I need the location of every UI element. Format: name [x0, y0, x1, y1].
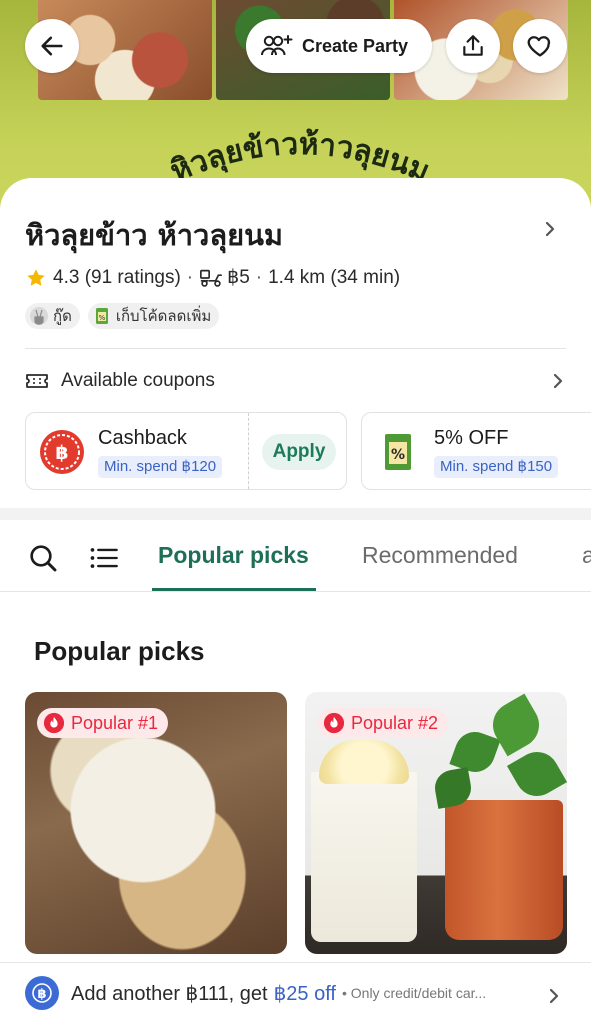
restaurant-info-card: หิวลุยข้าว ห้าวลุยนม 4.3 (91 ratings) · …	[0, 178, 591, 508]
tag-good: กู๊ด	[25, 303, 80, 329]
coupon-min-spend: Min. spend ฿120	[98, 456, 223, 478]
section-title: Popular picks	[34, 636, 205, 666]
promo-discount: ฿25 off	[273, 982, 336, 1005]
tag-label: กู๊ด	[53, 307, 72, 325]
ticket-icon	[26, 374, 48, 388]
active-tab-indicator	[152, 588, 316, 591]
available-coupons-label: Available coupons	[61, 370, 215, 391]
chevron-right-icon	[549, 988, 559, 1004]
plant-pot-photo	[445, 800, 563, 940]
drink-topping	[319, 740, 409, 784]
badge-label: Popular #1	[71, 712, 159, 733]
drink-photo	[311, 772, 417, 942]
star-icon	[27, 268, 45, 286]
share-button[interactable]	[446, 19, 500, 73]
restaurant-name[interactable]: หิวลุยข้าว ห้าวลุยนม	[25, 212, 283, 258]
delivery-scooter-icon	[200, 269, 223, 287]
tag-label: เก็บโค้ดลดเพิ่ม	[115, 307, 212, 325]
arrow-left-icon	[41, 36, 63, 56]
coupon-min-spend: Min. spend ฿150	[434, 456, 559, 478]
tag-collect-code[interactable]: % เก็บโค้ดลดเพิ่ม	[87, 303, 220, 329]
fire-icon	[323, 712, 345, 734]
coupon-title: 5% OFF	[434, 427, 509, 449]
promo-note: • Only credit/debit car...	[341, 985, 487, 1001]
heart-icon	[527, 36, 551, 57]
create-party-label: Create Party	[302, 35, 409, 56]
discount-receipt-icon: %	[385, 434, 411, 470]
menu-item-card[interactable]: Popular #1	[25, 692, 287, 954]
coupon-ticket-icon: %	[95, 308, 108, 324]
separator-dot: ·	[186, 266, 194, 288]
search-icon[interactable]	[27, 542, 59, 574]
back-button[interactable]	[25, 19, 79, 73]
menu-item-card[interactable]: Popular #2	[305, 692, 567, 954]
fire-icon	[43, 712, 65, 734]
restaurant-tags: กู๊ด % เก็บโค้ดลดเพิ่ม	[25, 303, 220, 329]
chevron-right-icon[interactable]	[542, 220, 558, 238]
share-upload-icon	[463, 35, 483, 56]
menu-list-icon[interactable]	[89, 545, 119, 571]
coupon-card-cashback[interactable]: ฿ Cashback Min. spend ฿120 Apply	[25, 412, 347, 490]
coupon-card-discount[interactable]: % 5% OFF Min. spend ฿150	[361, 412, 591, 490]
rating-text: 4.3 (91 ratings)	[53, 266, 181, 288]
baht-coin-icon: ฿	[32, 983, 52, 1003]
promo-text: Add another ฿111, get	[71, 982, 268, 1005]
popular-badge: Popular #1	[37, 708, 169, 738]
available-coupons-row[interactable]: Available coupons	[25, 370, 566, 392]
plant-leaf	[506, 743, 567, 805]
svg-text:%: %	[99, 314, 106, 322]
badge-label: Popular #2	[351, 712, 439, 733]
section-gap	[0, 508, 591, 520]
apply-coupon-button[interactable]: Apply	[262, 434, 336, 470]
svg-text:%: %	[391, 447, 405, 463]
svg-text:฿: ฿	[37, 987, 46, 1002]
chevron-right-icon	[553, 373, 563, 389]
coupon-perforation	[248, 413, 249, 489]
section-divider	[25, 348, 566, 349]
delivery-fee: ฿5	[227, 267, 250, 288]
promo-coin-icon: ฿	[25, 976, 59, 1010]
distance-time: 1.4 km (34 min)	[268, 266, 401, 288]
tab-popular-picks[interactable]: Popular picks	[158, 542, 309, 569]
tab-next[interactable]: a	[582, 542, 591, 569]
cashback-coin-icon: ฿	[40, 430, 84, 474]
create-party-button[interactable]: Create Party	[246, 19, 432, 73]
peace-hand-icon	[30, 307, 48, 325]
coupon-title: Cashback	[98, 427, 187, 449]
separator-dot: ·	[255, 266, 263, 288]
tab-recommended[interactable]: Recommended	[362, 542, 518, 569]
popular-badge: Popular #2	[317, 708, 449, 738]
restaurant-meta: 4.3 (91 ratings) · ฿5 · 1.4 km (34 min)	[25, 266, 400, 289]
favorite-button[interactable]	[513, 19, 567, 73]
menu-tab-bar: Popular picks Recommended a	[0, 520, 591, 592]
add-group-icon	[261, 35, 293, 56]
svg-text:฿: ฿	[55, 442, 68, 464]
promo-bar[interactable]: ฿ Add another ฿111, get ฿25 off • Only c…	[0, 962, 591, 1023]
